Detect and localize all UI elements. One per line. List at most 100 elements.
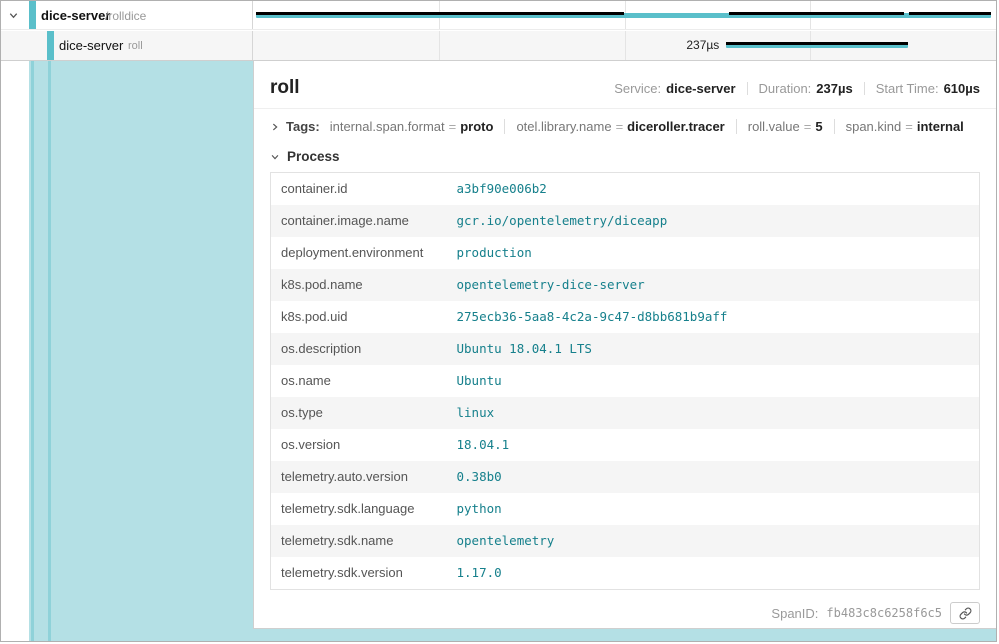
kv-key: telemetry.sdk.version	[271, 557, 447, 590]
critical-path-segment	[256, 12, 625, 15]
indent-guide	[31, 61, 34, 641]
span-operation-name: roll	[128, 40, 143, 52]
span-detail-header: roll Service: dice-server Duration: 237µ…	[254, 61, 996, 109]
span-operation-name: /rolldice	[105, 9, 146, 23]
kv-value: linux	[447, 397, 980, 429]
process-kv-table: container.ida3bf90e006b2 container.image…	[270, 172, 980, 590]
tag-value: internal	[917, 119, 964, 134]
table-row: os.version18.04.1	[271, 429, 980, 461]
span-header-stats: Service: dice-server Duration: 237µs Sta…	[614, 81, 980, 96]
table-row: k8s.pod.nameopentelemetry-dice-server	[271, 269, 980, 301]
table-row: k8s.pod.uid275ecb36-5aa8-4c2a-9c47-d8bb6…	[271, 301, 980, 333]
collapse-children-chevron-icon[interactable]	[8, 10, 19, 21]
tag-equals: =	[905, 119, 913, 134]
kv-key: os.description	[271, 333, 447, 365]
tag-value: proto	[460, 119, 493, 134]
spanid-value: fb483c8c6258f6c5	[826, 606, 942, 620]
chevron-right-icon[interactable]	[270, 122, 280, 132]
tag-key: internal.span.format	[330, 119, 445, 134]
kv-value: a3bf90e006b2	[447, 173, 980, 206]
tag-item: otel.library.name =diceroller.tracer	[504, 119, 735, 134]
service-stat-label: Service:	[614, 81, 661, 96]
kv-key: os.version	[271, 429, 447, 461]
span-color-bar	[29, 1, 36, 29]
chevron-down-icon[interactable]	[270, 152, 280, 162]
table-row: os.typelinux	[271, 397, 980, 429]
table-row: os.descriptionUbuntu 18.04.1 LTS	[271, 333, 980, 365]
kv-key: k8s.pod.uid	[271, 301, 447, 333]
span-service-name: dice-server	[41, 8, 110, 23]
kv-value: python	[447, 493, 980, 525]
trace-timeline: dice-server /rolldice dice-server roll	[1, 1, 996, 61]
table-row: telemetry.sdk.version1.17.0	[271, 557, 980, 590]
tag-equals: =	[449, 119, 457, 134]
stat-divider	[864, 82, 865, 95]
kv-key: container.image.name	[271, 205, 447, 237]
timeline-gridline	[625, 31, 626, 60]
tag-key: otel.library.name	[516, 119, 611, 134]
kv-value: 275ecb36-5aa8-4c2a-9c47-d8bb681b9aff	[447, 301, 980, 333]
tag-item: roll.value=5	[736, 119, 834, 134]
span-row-roll-selected[interactable]: dice-server roll 237µs	[1, 31, 996, 61]
kv-value: opentelemetry-dice-server	[447, 269, 980, 301]
trace-detail-page: dice-server /rolldice dice-server roll	[0, 0, 997, 642]
tag-item: span.kind= internal	[834, 119, 975, 134]
kv-value: 1.17.0	[447, 557, 980, 590]
critical-path-segment	[729, 12, 904, 15]
service-stat-value: dice-server	[666, 81, 735, 96]
span-duration-label: 237µs	[686, 38, 719, 52]
stat-divider	[747, 82, 748, 95]
span-name-column[interactable]: dice-server /rolldice	[1, 1, 253, 29]
span-service-name: dice-server	[59, 38, 123, 53]
tag-value: diceroller.tracer	[627, 119, 725, 134]
critical-path-segment	[909, 12, 991, 15]
table-row: os.nameUbuntu	[271, 365, 980, 397]
table-row: telemetry.sdk.nameopentelemetry	[271, 525, 980, 557]
indent-guide	[48, 61, 51, 641]
tag-item: internal.span.format =proto	[330, 119, 505, 134]
kv-value: production	[447, 237, 980, 269]
kv-value: Ubuntu 18.04.1 LTS	[447, 333, 980, 365]
span-detail-region: roll Service: dice-server Duration: 237µ…	[1, 61, 996, 641]
tag-key: span.kind	[846, 119, 902, 134]
span-row-rolldice[interactable]: dice-server /rolldice	[1, 1, 996, 30]
start-time-stat-label: Start Time:	[876, 81, 939, 96]
spanid-label: SpanID:	[771, 606, 818, 621]
span-color-bar	[47, 31, 54, 60]
tag-value: 5	[815, 119, 822, 134]
table-row: container.ida3bf90e006b2	[271, 173, 980, 206]
process-section-toggle[interactable]: Process	[254, 142, 996, 172]
table-row: telemetry.sdk.languagepython	[271, 493, 980, 525]
kv-key: os.name	[271, 365, 447, 397]
kv-key: telemetry.sdk.name	[271, 525, 447, 557]
kv-key: telemetry.auto.version	[271, 461, 447, 493]
kv-key: k8s.pod.name	[271, 269, 447, 301]
span-name-column[interactable]: dice-server roll	[1, 31, 253, 60]
span-timeline-cell[interactable]	[253, 1, 996, 29]
kv-key: telemetry.sdk.language	[271, 493, 447, 525]
kv-value: Ubuntu	[447, 365, 980, 397]
duration-stat-label: Duration:	[759, 81, 812, 96]
span-detail-card: roll Service: dice-server Duration: 237µ…	[253, 61, 996, 629]
process-section-label: Process	[287, 149, 340, 164]
start-time-stat-value: 610µs	[944, 81, 980, 96]
duration-stat-value: 237µs	[816, 81, 852, 96]
critical-path-segment	[726, 42, 907, 45]
tags-section-label: Tags:	[286, 119, 320, 134]
kv-key: deployment.environment	[271, 237, 447, 269]
tag-key: roll.value	[748, 119, 800, 134]
kv-key: container.id	[271, 173, 447, 206]
tags-section-toggle[interactable]: Tags: internal.span.format=proto otel.li…	[254, 109, 996, 142]
span-timeline-cell[interactable]: 237µs	[253, 31, 996, 60]
kv-key: os.type	[271, 397, 447, 429]
span-detail-footer: SpanID: fb483c8c6258f6c5	[254, 590, 996, 629]
table-row: container.image.namegcr.io/opentelemetry…	[271, 205, 980, 237]
span-title: roll	[270, 77, 300, 99]
tag-equals: =	[616, 119, 624, 134]
kv-value: 18.04.1	[447, 429, 980, 461]
link-icon	[959, 607, 972, 620]
kv-value: 0.38b0	[447, 461, 980, 493]
deep-link-button[interactable]	[950, 602, 980, 624]
left-gutter	[1, 61, 29, 641]
timeline-gridline	[439, 31, 440, 60]
